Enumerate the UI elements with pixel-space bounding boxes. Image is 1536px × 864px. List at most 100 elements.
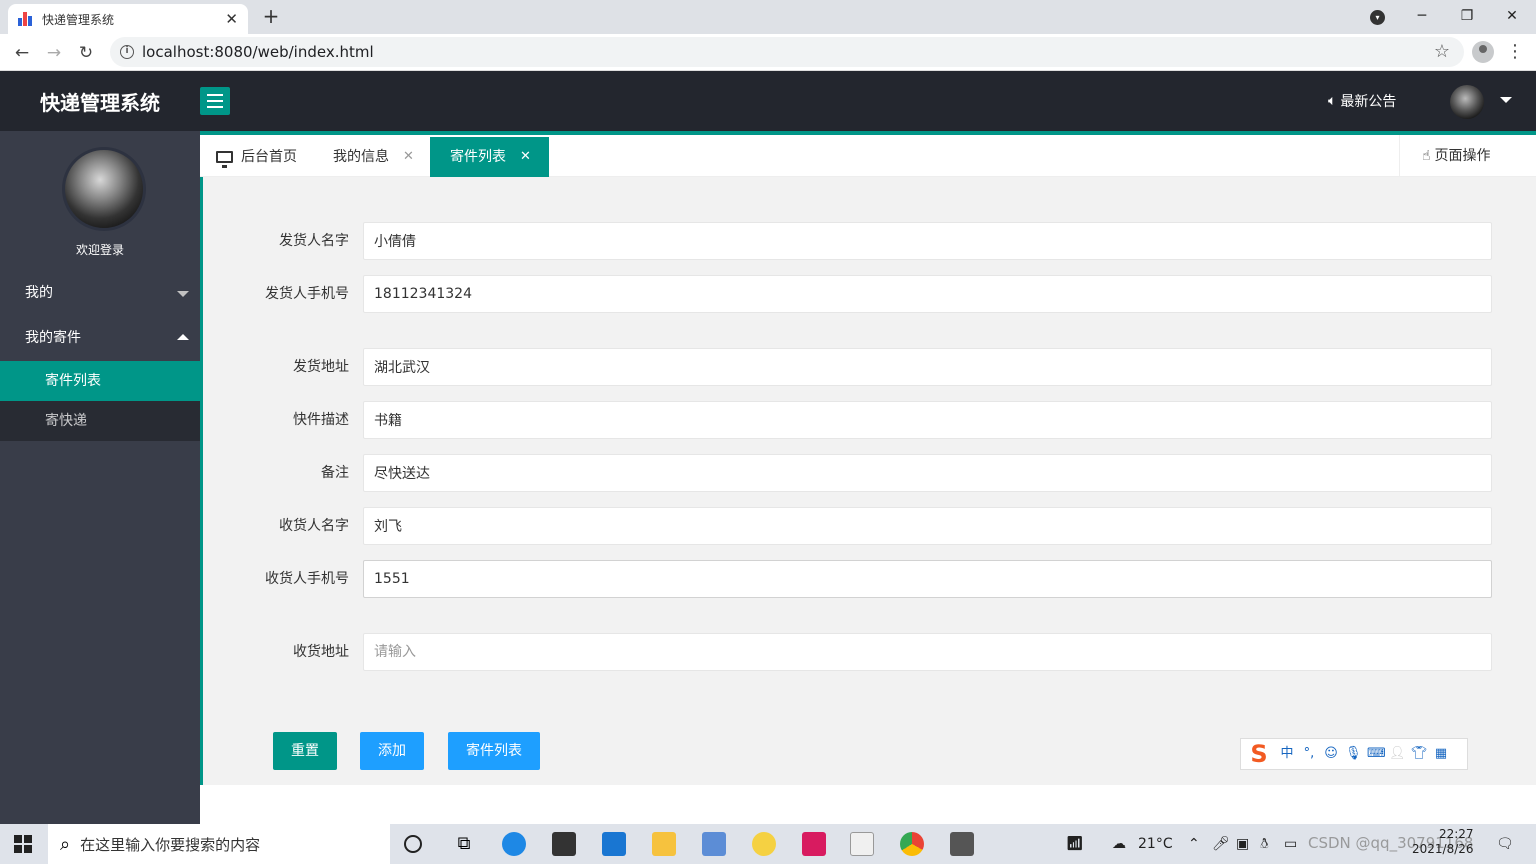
notification-icon[interactable]: 🗨︎	[1496, 836, 1514, 852]
task-view-icon[interactable]: ⧉	[452, 832, 476, 856]
remark-input[interactable]	[363, 454, 1492, 492]
user-icon[interactable]: 👤︎	[1389, 746, 1406, 762]
qq-tray-icon[interactable]: 🐧︎	[1260, 836, 1269, 854]
emoji-icon[interactable]: ☺	[1323, 746, 1339, 762]
keyboard-icon[interactable]: ⌨	[1367, 746, 1386, 762]
clock-time: 22:27	[1438, 827, 1474, 841]
temperature: 21°C	[1138, 836, 1173, 852]
sidebar-item-send-express[interactable]: 寄快递	[0, 401, 200, 441]
sidebar-item-label: 寄件列表	[45, 373, 101, 389]
sogou-logo-icon[interactable]: S	[1245, 740, 1273, 768]
sender-name-input[interactable]	[363, 222, 1492, 260]
chrome-profile-icon[interactable]: ▾	[1370, 10, 1385, 25]
taskbar-search-text: 在这里输入你要搜索的内容	[80, 835, 261, 854]
user-menu-caret-icon[interactable]	[1500, 97, 1512, 103]
forward-icon[interactable]: →	[42, 41, 66, 65]
java-icon[interactable]	[850, 832, 874, 856]
clock[interactable]: 22:27 2021/8/26	[1412, 827, 1474, 857]
tab-label: 我的信息	[333, 149, 389, 165]
form-label: 发货人手机号	[265, 286, 349, 302]
app-title: 快递管理系统	[40, 91, 160, 115]
intellij-icon[interactable]	[802, 832, 826, 856]
minimize-icon[interactable]: ─	[1408, 4, 1436, 28]
skin-icon[interactable]: 👕︎	[1411, 746, 1428, 762]
form-label: 收货地址	[293, 644, 349, 660]
app-header: 快递管理系统 🔈︎ 最新公告	[0, 71, 1536, 131]
tab-shipment-list[interactable]: 寄件列表 ✕	[430, 137, 549, 177]
sender-address-input[interactable]	[363, 348, 1492, 386]
url-text: localhost:8080/web/index.html	[142, 43, 374, 61]
browser-tab[interactable]: 快递管理系统 ✕	[8, 4, 248, 34]
tray-chevron-icon[interactable]: ⌃	[1188, 836, 1200, 852]
user-avatar[interactable]	[1450, 85, 1484, 119]
store-icon[interactable]	[552, 832, 576, 856]
window-close-icon[interactable]: ✕	[1498, 4, 1526, 28]
account-icon[interactable]	[1472, 41, 1494, 63]
notice-label: 最新公告	[1340, 94, 1397, 110]
shipment-list-button[interactable]: 寄件列表	[448, 732, 540, 770]
form-label: 快件描述	[293, 412, 349, 428]
mail-icon[interactable]	[602, 832, 626, 856]
bookmark-star-icon[interactable]: ☆	[1434, 41, 1450, 62]
form-label: 发货人名字	[279, 233, 349, 249]
taskbar-search[interactable]: ⌕ 在这里输入你要搜索的内容	[48, 824, 390, 864]
tab-my-info[interactable]: 我的信息 ✕	[317, 137, 430, 177]
close-icon[interactable]: ✕	[225, 10, 238, 28]
shipment-form: 发货人名字 发货人手机号 发货地址 快件描述 备注 收货人名字 收货人手机号	[203, 177, 1536, 785]
add-button[interactable]: 添加	[360, 732, 424, 770]
restore-icon[interactable]: ❐	[1453, 4, 1481, 28]
receiver-address-input[interactable]	[363, 633, 1492, 671]
chevron-up-icon	[177, 334, 189, 340]
close-icon[interactable]: ✕	[520, 137, 531, 177]
apps-grid-icon[interactable]: ▦	[1433, 746, 1449, 762]
browser-toolbar: ← → ↻ i localhost:8080/web/index.html ☆ …	[0, 34, 1536, 71]
ime-toolbar: S 中 °, ☺ 🎙︎ ⌨ 👤︎ 👕︎ ▦	[1240, 738, 1468, 770]
sidebar-item-shipment-list[interactable]: 寄件列表	[0, 361, 200, 401]
sidebar: 欢迎登录 我的 我的寄件 寄件列表 寄快递	[0, 131, 200, 824]
avatar	[62, 147, 146, 231]
sender-phone-input[interactable]	[363, 275, 1492, 313]
sidebar-group-mine[interactable]: 我的	[0, 271, 200, 315]
chrome-icon[interactable]	[900, 832, 924, 856]
page-operations-button[interactable]: ☝ 页面操作	[1399, 135, 1536, 177]
description-input[interactable]	[363, 401, 1492, 439]
app-icon[interactable]	[702, 832, 726, 856]
sidebar-group-label: 我的寄件	[25, 330, 81, 346]
new-tab-icon[interactable]: +	[259, 5, 283, 29]
microphone-icon[interactable]: 🎙︎	[1345, 746, 1362, 762]
ime-mode-icon[interactable]: 中	[1279, 746, 1295, 762]
windows-start-icon[interactable]	[14, 835, 32, 853]
weather-icon[interactable]: ☁	[1112, 836, 1126, 852]
receiver-phone-input[interactable]	[363, 560, 1492, 598]
sidebar-group-label: 我的	[25, 285, 53, 301]
form-label: 收货人手机号	[265, 571, 349, 587]
recorder-icon[interactable]	[950, 832, 974, 856]
receiver-name-input[interactable]	[363, 507, 1492, 545]
wifi-icon[interactable]: 📶︎	[1066, 836, 1084, 852]
battery-tray-icon[interactable]: ▭	[1284, 836, 1297, 852]
back-icon[interactable]: ←	[10, 41, 34, 65]
tab-label: 寄件列表	[450, 149, 506, 165]
form-label: 发货地址	[293, 359, 349, 375]
cortana-icon[interactable]	[404, 835, 422, 853]
sidebar-group-my-shipments[interactable]: 我的寄件	[0, 316, 200, 360]
notes-icon[interactable]	[752, 832, 776, 856]
microphone-tray-icon[interactable]: 🎤︎	[1212, 836, 1230, 852]
browser-tab-strip: 快递管理系统 ✕ + ▾ ─ ❐ ✕	[0, 0, 1536, 34]
form-label: 备注	[321, 465, 349, 481]
punctuation-icon[interactable]: °,	[1301, 746, 1317, 762]
close-icon[interactable]: ✕	[403, 137, 414, 177]
menu-toggle-icon[interactable]	[200, 87, 230, 115]
explorer-icon[interactable]	[652, 832, 676, 856]
notice-link[interactable]: 🔈︎ 最新公告	[1328, 91, 1396, 111]
edge-icon[interactable]	[502, 832, 526, 856]
reload-icon[interactable]: ↻	[74, 41, 98, 65]
reset-button[interactable]: 重置	[273, 732, 337, 770]
network-tray-icon[interactable]: ▣	[1236, 836, 1249, 852]
info-icon[interactable]: i	[120, 45, 134, 59]
tab-label: 后台首页	[241, 149, 297, 165]
more-menu-icon[interactable]: ⋮	[1506, 41, 1524, 63]
speaker-icon: 🔈︎	[1328, 93, 1337, 109]
tab-dashboard[interactable]: 后台首页	[200, 137, 313, 177]
address-bar[interactable]: i localhost:8080/web/index.html ☆	[110, 37, 1464, 67]
